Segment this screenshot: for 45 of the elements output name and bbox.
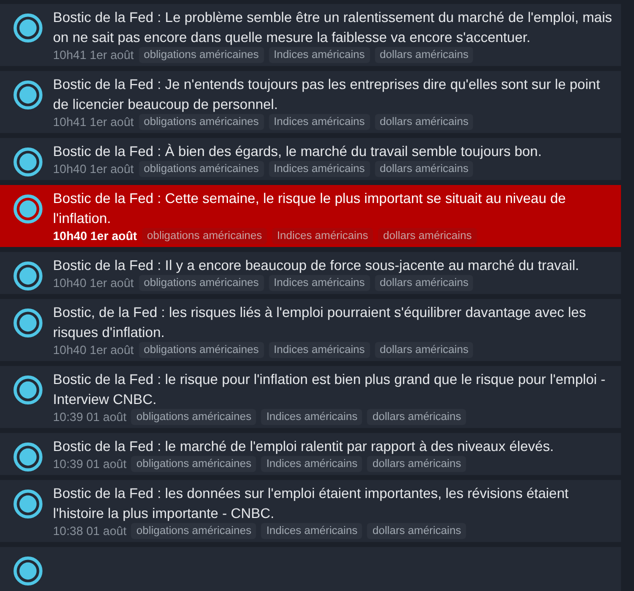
tag[interactable]: obligations américaines (142, 228, 267, 244)
tag[interactable]: Indices américains (268, 161, 370, 177)
news-time: 10:39 01 août (53, 409, 126, 425)
news-text: Bostic de la Fed : Il y a encore beaucoup de force sous-jacente au marché du travail. (53, 256, 580, 275)
news-time: 10h40 1er août (53, 161, 134, 177)
tag[interactable]: obligations américaines (138, 275, 264, 291)
tag[interactable]: dollars américains (374, 342, 474, 358)
tag[interactable]: Indices américains (261, 523, 362, 539)
news-text: Bostic de la Fed : Le problème semble être un ralentissement du marché de l'emploi, mais on ne sait pas encore dans quelle mesure la faiblesse va encore s'accentuer. (53, 8, 613, 47)
tag[interactable]: dollars américains (367, 456, 466, 472)
tag[interactable]: dollars américains (374, 47, 474, 63)
tag[interactable]: Indices américains (268, 275, 370, 291)
tag[interactable]: Indices américains (261, 456, 362, 472)
tag[interactable]: dollars américains (367, 523, 466, 539)
news-text: Bostic, de la Fed : les risques liés à l'emploi pourraient s'équilibrer davantage avec les risques d'inflation. (53, 303, 587, 342)
news-time: 10h40 1er août (53, 275, 134, 291)
news-text: Bostic de la Fed : Cette semaine, le risque le plus important se situait au niveau de l'inflation. (53, 189, 567, 228)
tag[interactable]: Indices américains (261, 409, 362, 425)
news-time: 10h41 1er août (53, 47, 134, 63)
news-text: Bostic de la Fed : le marché de l'emploi ralentit par rapport à des niveaux élevés. (53, 437, 555, 456)
news-time: 10:38 01 août (53, 523, 126, 539)
news-text: Bostic de la Fed : les données sur l'emploi étaient importantes, les révisions étaient l'histoire la plus importante - CNBC. (53, 484, 570, 523)
tag[interactable]: obligations américaines (131, 456, 256, 472)
tag[interactable]: obligations américaines (138, 114, 264, 130)
tag[interactable]: Indices américains (272, 228, 374, 244)
tag[interactable]: dollars américains (374, 114, 474, 130)
tag[interactable]: dollars américains (374, 161, 474, 177)
news-time: 10:39 01 août (53, 456, 126, 472)
tag[interactable]: obligations américaines (138, 161, 264, 177)
tag[interactable]: obligations américaines (138, 342, 264, 358)
tag[interactable]: dollars américains (374, 275, 474, 291)
news-text: Bostic de la Fed : À bien des égards, le marché du travail semble toujours bon. (53, 142, 543, 161)
tag[interactable]: Indices américains (268, 47, 370, 63)
tag[interactable]: dollars américains (367, 409, 466, 425)
news-text: Bostic de la Fed : Je n'entends toujours pas les entreprises dire qu'elles sont sur le point de licencier beaucoup de personnel. (53, 75, 601, 114)
tag[interactable]: dollars américains (378, 228, 477, 244)
tag[interactable]: Indices américains (268, 342, 370, 358)
news-text: Bostic de la Fed : le risque pour l'inflation est bien plus grand que le risque pour l'emploi - Interview CNBC. (53, 370, 606, 409)
news-time: 10h41 1er août (53, 114, 134, 130)
tag[interactable]: Indices américains (268, 114, 370, 130)
tag[interactable]: obligations américaines (138, 47, 264, 63)
news-time: 10h40 1er août (53, 228, 138, 244)
tag[interactable]: obligations américaines (131, 409, 256, 425)
news-time: 10h40 1er août (53, 342, 134, 358)
tag[interactable]: obligations américaines (131, 523, 256, 539)
